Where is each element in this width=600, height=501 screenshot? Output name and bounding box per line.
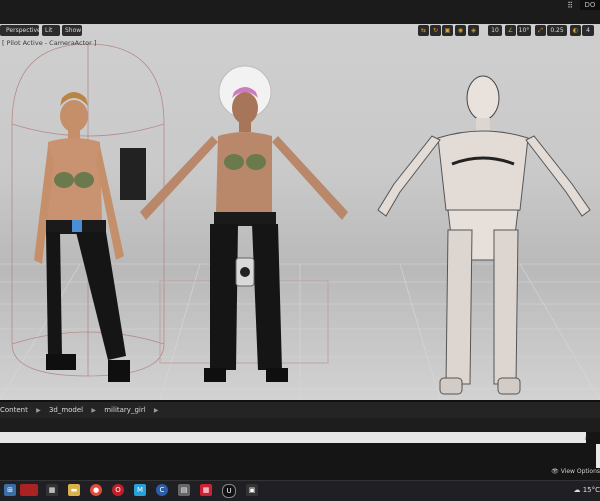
scene-render (0, 43, 600, 400)
content-browser-toolbar (0, 418, 600, 432)
app-gray-icon[interactable]: ▤ (178, 484, 190, 496)
angle-snap-value[interactable]: 10° (517, 25, 531, 36)
search-row: ⌕ (0, 432, 600, 444)
content-browser-path-bar: Content ▶ 3d_model ▶ military_girl ▶ (0, 400, 600, 420)
app-c-icon[interactable]: C (156, 484, 168, 496)
surface-snap-icon[interactable]: ◈ (468, 25, 479, 36)
task-view-icon[interactable]: ▦ (46, 484, 58, 496)
os-taskbar: ⊞ ▦ ▬ ● O M C ▤ ▦ U ▣ ☁ 15°C (0, 480, 600, 501)
window-label: DO (580, 0, 600, 10)
viewport-toolbar: Perspective Lit Show ⇆ ↻ ▣ ◉ ◈ 10 ∠ 10° … (0, 24, 600, 38)
breadcrumb-separator-icon: ▶ (153, 407, 159, 414)
breadcrumb-3d-model[interactable]: 3d_model (49, 406, 83, 414)
select-tool-icon[interactable]: ⇆ (418, 25, 429, 36)
folder-icon[interactable]: ▬ (68, 484, 80, 496)
camera-speed-value[interactable]: 4 (582, 25, 594, 36)
view-options-label: View Options (560, 468, 600, 475)
scale-snap-value[interactable]: 0.25 (547, 25, 567, 36)
character-military-girl-left[interactable] (34, 92, 146, 382)
breadcrumb-content[interactable]: Content (0, 406, 28, 414)
scale-snap-icon[interactable]: ⤢ (535, 25, 546, 36)
window-menu-icon[interactable]: ⠿ (564, 2, 576, 10)
pilot-status-text: [ Pilot Active - CameraActor ] (2, 39, 97, 47)
camera-speed-icon[interactable]: ◐ (570, 25, 581, 36)
rotate-tool-icon[interactable]: ↻ (430, 25, 441, 36)
asset-panel-edge (596, 444, 600, 468)
app-red-icon[interactable]: ▦ (200, 484, 212, 496)
breadcrumb-separator-icon: ▶ (91, 407, 96, 414)
app-m-icon[interactable]: M (134, 484, 146, 496)
unreal-engine-icon[interactable]: U (222, 484, 236, 498)
app-dark-icon[interactable]: ▣ (246, 484, 258, 496)
scale-tool-icon[interactable]: ▣ (442, 25, 453, 36)
search-input[interactable] (0, 432, 586, 443)
grid-snap-value[interactable]: 10 (488, 25, 502, 36)
app-thumbnail-icon[interactable] (20, 484, 38, 496)
world-space-icon[interactable]: ◉ (455, 25, 466, 36)
perspective-button[interactable]: Perspective (3, 25, 41, 36)
opera-icon[interactable]: O (112, 484, 124, 496)
camera-actor-icon[interactable] (235, 257, 255, 287)
chrome-icon[interactable]: ● (90, 484, 102, 496)
weather-temp[interactable]: 15°C (583, 486, 600, 494)
start-icon[interactable]: ⊞ (4, 484, 16, 496)
view-options-button[interactable]: 👁 View Options (551, 468, 600, 478)
breadcrumb-separator-icon: ▶ (36, 407, 41, 414)
search-icon[interactable]: ⌕ (582, 432, 592, 443)
show-button[interactable]: Show (62, 25, 82, 36)
weather-icon: ☁ (573, 486, 581, 494)
lit-button[interactable]: Lit (42, 25, 60, 36)
mannequin-character[interactable] (377, 75, 591, 395)
angle-snap-icon[interactable]: ∠ (505, 25, 516, 36)
title-bar: ⠿ DO (0, 0, 600, 25)
breadcrumb-military-girl[interactable]: military_girl (104, 406, 145, 414)
system-tray: ☁ 15°C (573, 486, 600, 494)
character-military-girl-center[interactable] (140, 65, 348, 382)
breadcrumb: Content ▶ 3d_model ▶ military_girl ▶ (0, 406, 165, 414)
level-viewport[interactable]: Perspective Lit Show ⇆ ↻ ▣ ◉ ◈ 10 ∠ 10° … (0, 24, 600, 400)
eye-icon: 👁 (551, 468, 559, 475)
